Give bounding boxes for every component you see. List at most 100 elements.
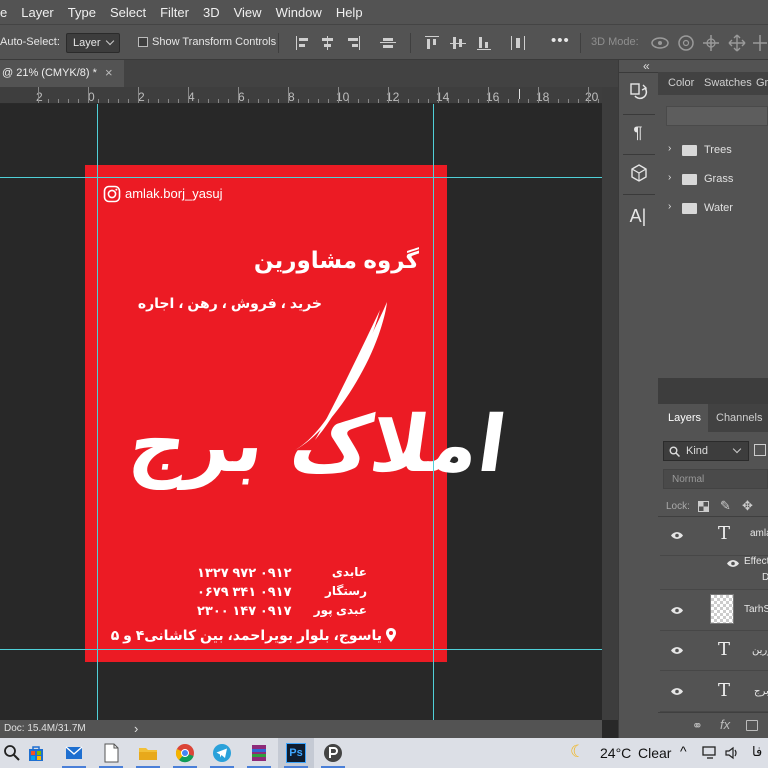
chevron-right-icon[interactable]: › [668, 201, 671, 212]
close-icon[interactable]: × [105, 65, 113, 80]
fx-button[interactable]: fx [720, 717, 730, 732]
file-explorer-icon[interactable] [138, 743, 158, 763]
paragraph-icon[interactable]: ¶ [627, 122, 649, 144]
ruler-tick [438, 87, 439, 103]
weather-description[interactable]: Clear [638, 745, 671, 761]
ruler-label: 2 [36, 90, 43, 104]
flyer-artboard[interactable]: amlak.borj_yasuj گروه مشاورین خرید ، فرو… [85, 165, 512, 662]
layer-row[interactable]: T ورین [660, 631, 768, 671]
layer-filter-kind[interactable]: Kind [663, 441, 749, 461]
tab-swatches[interactable]: Swatches [704, 77, 752, 89]
menu-item-select[interactable]: Select [104, 5, 154, 20]
language-indicator[interactable]: فا [752, 744, 762, 760]
store-icon[interactable] [26, 743, 46, 763]
align-middle-v-icon[interactable] [450, 35, 466, 51]
volume-icon[interactable] [724, 746, 740, 760]
menu-item-window[interactable]: Window [270, 5, 330, 20]
panel-gap [658, 378, 768, 404]
menu-item-3d[interactable]: 3D [197, 5, 228, 20]
tab-channels[interactable]: Channels [716, 412, 762, 424]
menu-item-view[interactable]: View [228, 5, 270, 20]
scale-3d-icon[interactable] [752, 34, 768, 52]
filter-image-icon[interactable] [754, 444, 766, 456]
winrar-icon[interactable] [249, 743, 269, 763]
telegram-icon[interactable] [212, 743, 232, 763]
align-top-icon[interactable] [424, 35, 440, 51]
lock-paint-icon[interactable]: ✎ [720, 498, 731, 514]
tab-gradients[interactable]: Gr [756, 77, 768, 89]
layer-row[interactable]: TarhS [660, 589, 768, 631]
lock-position-icon[interactable]: ✥ [742, 498, 753, 514]
roll-3d-icon[interactable] [677, 34, 695, 52]
folder-row[interactable]: › Trees [660, 135, 768, 164]
align-right-icon[interactable] [345, 35, 361, 51]
link-layers-icon[interactable]: ⚭ [692, 718, 703, 734]
tab-color[interactable]: Color [668, 77, 694, 89]
visibility-eye-icon[interactable] [670, 646, 684, 655]
lock-transparent-icon[interactable] [698, 501, 709, 512]
moon-weather-icon[interactable]: ☾ [570, 742, 585, 762]
more-options-button[interactable]: ••• [551, 32, 570, 49]
history-icon[interactable] [629, 82, 649, 102]
mail-icon[interactable] [64, 743, 84, 763]
chevron-right-icon[interactable]: › [668, 172, 671, 183]
tab-layers[interactable]: Layers [668, 412, 701, 424]
canvas-workspace[interactable]: amlak.borj_yasuj گروه مشاورین خرید ، فرو… [0, 104, 602, 720]
document-tab[interactable]: @ 21% (CMYK/8) * × [0, 60, 124, 87]
slide-3d-icon[interactable] [728, 34, 746, 52]
3d-cube-icon[interactable] [630, 164, 648, 182]
folder-row[interactable]: › Grass [660, 164, 768, 193]
distribute-icon[interactable] [380, 35, 396, 51]
notepad-icon[interactable] [101, 743, 121, 763]
orbit-3d-icon[interactable] [650, 34, 670, 52]
contact-phone: ۰۹۱۷ ۳۴۱ ۰۶۷۹ [197, 584, 292, 599]
layer-name: TarhS [744, 604, 768, 615]
show-transform-checkbox[interactable] [138, 37, 148, 47]
layer-effect-row[interactable]: Effect D [660, 548, 768, 588]
guide-vertical[interactable] [433, 104, 434, 720]
add-mask-icon[interactable] [746, 720, 758, 731]
align-center-h-icon[interactable] [320, 35, 336, 51]
menu-item-type[interactable]: Type [62, 5, 104, 20]
menu-item-edit[interactable]: e [0, 5, 15, 20]
auto-select-value: Layer [73, 37, 101, 49]
guide-vertical[interactable] [97, 104, 98, 720]
align-left-icon[interactable] [295, 35, 311, 51]
distribute-h-icon[interactable] [510, 35, 526, 51]
ruler-tick [48, 99, 49, 103]
photoshop-taskbar-active[interactable]: Ps [278, 738, 314, 768]
folder-row[interactable]: › Water [660, 193, 768, 222]
weather-temperature[interactable]: 24°C [600, 745, 631, 761]
pan-3d-icon[interactable] [702, 34, 720, 52]
guide-horizontal[interactable] [0, 177, 602, 178]
divider [410, 33, 411, 53]
app-p-icon[interactable] [323, 743, 343, 763]
menu-item-help[interactable]: Help [330, 5, 371, 20]
vertical-scrollbar[interactable] [602, 87, 618, 720]
visibility-eye-icon[interactable] [670, 531, 684, 540]
ruler-tick [468, 99, 469, 103]
ruler-tick [298, 99, 299, 103]
align-bottom-icon[interactable] [476, 35, 492, 51]
address-text: یاسوج، بلوار بویراحمد، بین کاشانی۴ و ۵ [110, 627, 382, 643]
status-menu-arrow[interactable]: › [134, 721, 138, 736]
collapsed-panel-column: « ¶ A| [618, 59, 659, 738]
character-panel-icon[interactable]: A| [627, 205, 649, 227]
guide-horizontal[interactable] [0, 649, 602, 650]
ruler-tick [478, 99, 479, 103]
blend-mode-dropdown[interactable]: Normal [663, 469, 768, 489]
chevron-up-icon[interactable]: ^ [680, 743, 687, 759]
chrome-icon[interactable] [175, 743, 195, 763]
visibility-eye-icon[interactable] [670, 687, 684, 696]
visibility-eye-icon[interactable] [726, 559, 740, 568]
network-icon[interactable] [702, 746, 718, 760]
layer-row[interactable]: T برج [660, 672, 768, 712]
auto-select-dropdown[interactable]: Layer [66, 33, 120, 53]
search-icon[interactable] [2, 743, 22, 763]
menu-item-filter[interactable]: Filter [154, 5, 197, 20]
menu-item-layer[interactable]: Layer [15, 5, 62, 20]
visibility-eye-icon[interactable] [670, 606, 684, 615]
panel-search-field[interactable] [666, 106, 768, 126]
chevron-right-icon[interactable]: › [668, 143, 671, 154]
collapse-panels-icon[interactable]: « [643, 59, 650, 73]
